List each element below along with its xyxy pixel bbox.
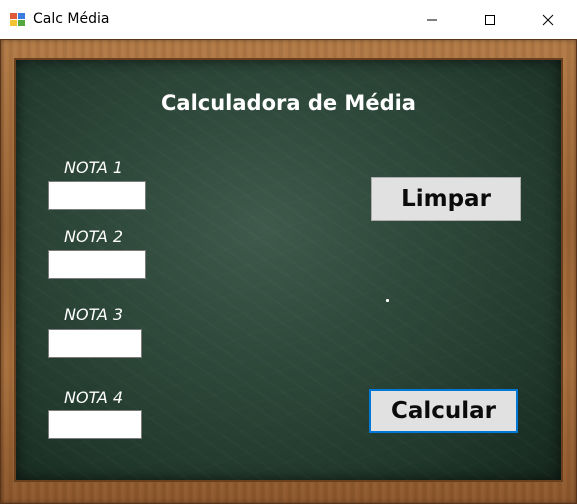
nota-2-input[interactable] — [48, 250, 146, 279]
form-heading-text: Calculadora de Média — [161, 91, 416, 115]
nota-2-label: NOTA 2 — [64, 227, 124, 246]
window-title: Calc Média — [33, 11, 110, 27]
minimize-button[interactable] — [403, 0, 461, 39]
clear-button[interactable]: Limpar — [371, 177, 521, 221]
nota-4-label: NOTA 4 — [64, 388, 124, 407]
nota-3-input[interactable] — [48, 329, 142, 358]
close-button[interactable] — [519, 0, 577, 39]
maximize-icon — [485, 14, 495, 25]
nota-3-label: NOTA 3 — [64, 305, 124, 324]
nota-1-label: NOTA 1 — [64, 158, 124, 177]
minimize-icon — [427, 19, 437, 20]
result-label — [386, 299, 389, 302]
maximize-button[interactable] — [461, 0, 519, 39]
window-title-bar[interactable]: Calc Média — [0, 0, 577, 39]
app-icon — [10, 13, 25, 26]
nota-1-input[interactable] — [48, 181, 146, 210]
close-icon — [542, 14, 554, 25]
form-heading: Calculadora de Média — [0, 91, 577, 115]
calculate-button[interactable]: Calcular — [369, 389, 518, 433]
nota-4-input[interactable] — [48, 410, 142, 439]
